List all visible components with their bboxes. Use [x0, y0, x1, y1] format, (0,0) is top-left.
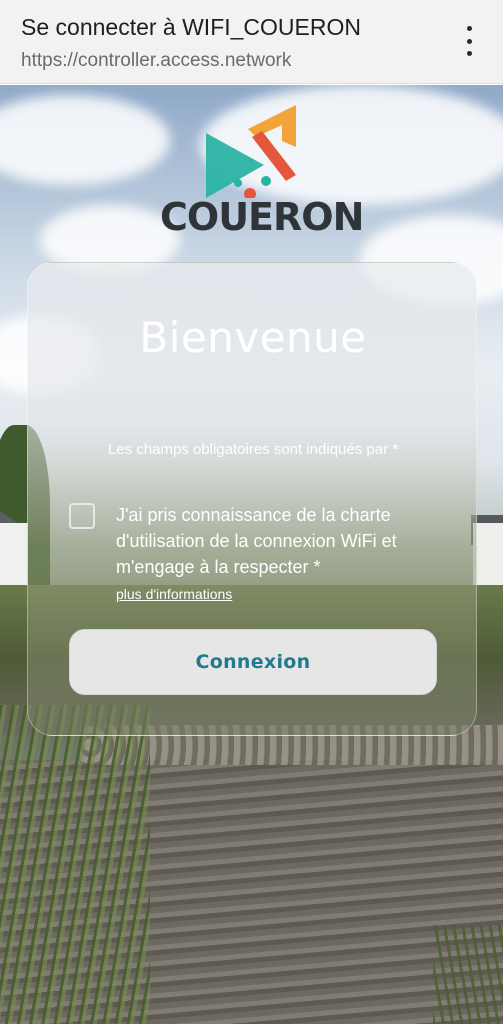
- welcome-heading: Bienvenue: [139, 313, 367, 362]
- page-title: Se connecter à WIFI_COUERON: [21, 14, 361, 40]
- coueron-logo-icon: [206, 105, 296, 198]
- login-card: Bienvenue Les champs obligatoires sont i…: [27, 262, 477, 736]
- logo-wordmark: COUERON: [160, 195, 364, 239]
- captive-portal-header: Se connecter à WIFI_COUERON https://cont…: [0, 0, 503, 84]
- more-vert-icon[interactable]: [459, 26, 479, 56]
- required-fields-note: Les champs obligatoires sont indiqués pa…: [107, 441, 399, 458]
- connect-button[interactable]: Connexion: [69, 629, 437, 695]
- terms-consent-label: J'ai pris connaissance de la charte d'ut…: [116, 505, 397, 577]
- terms-checkbox[interactable]: [69, 503, 95, 529]
- coueron-logo: COUERON: [160, 103, 364, 243]
- page-url: https://controller.access.network: [21, 50, 292, 71]
- more-info-link[interactable]: plus d'informations: [116, 586, 232, 602]
